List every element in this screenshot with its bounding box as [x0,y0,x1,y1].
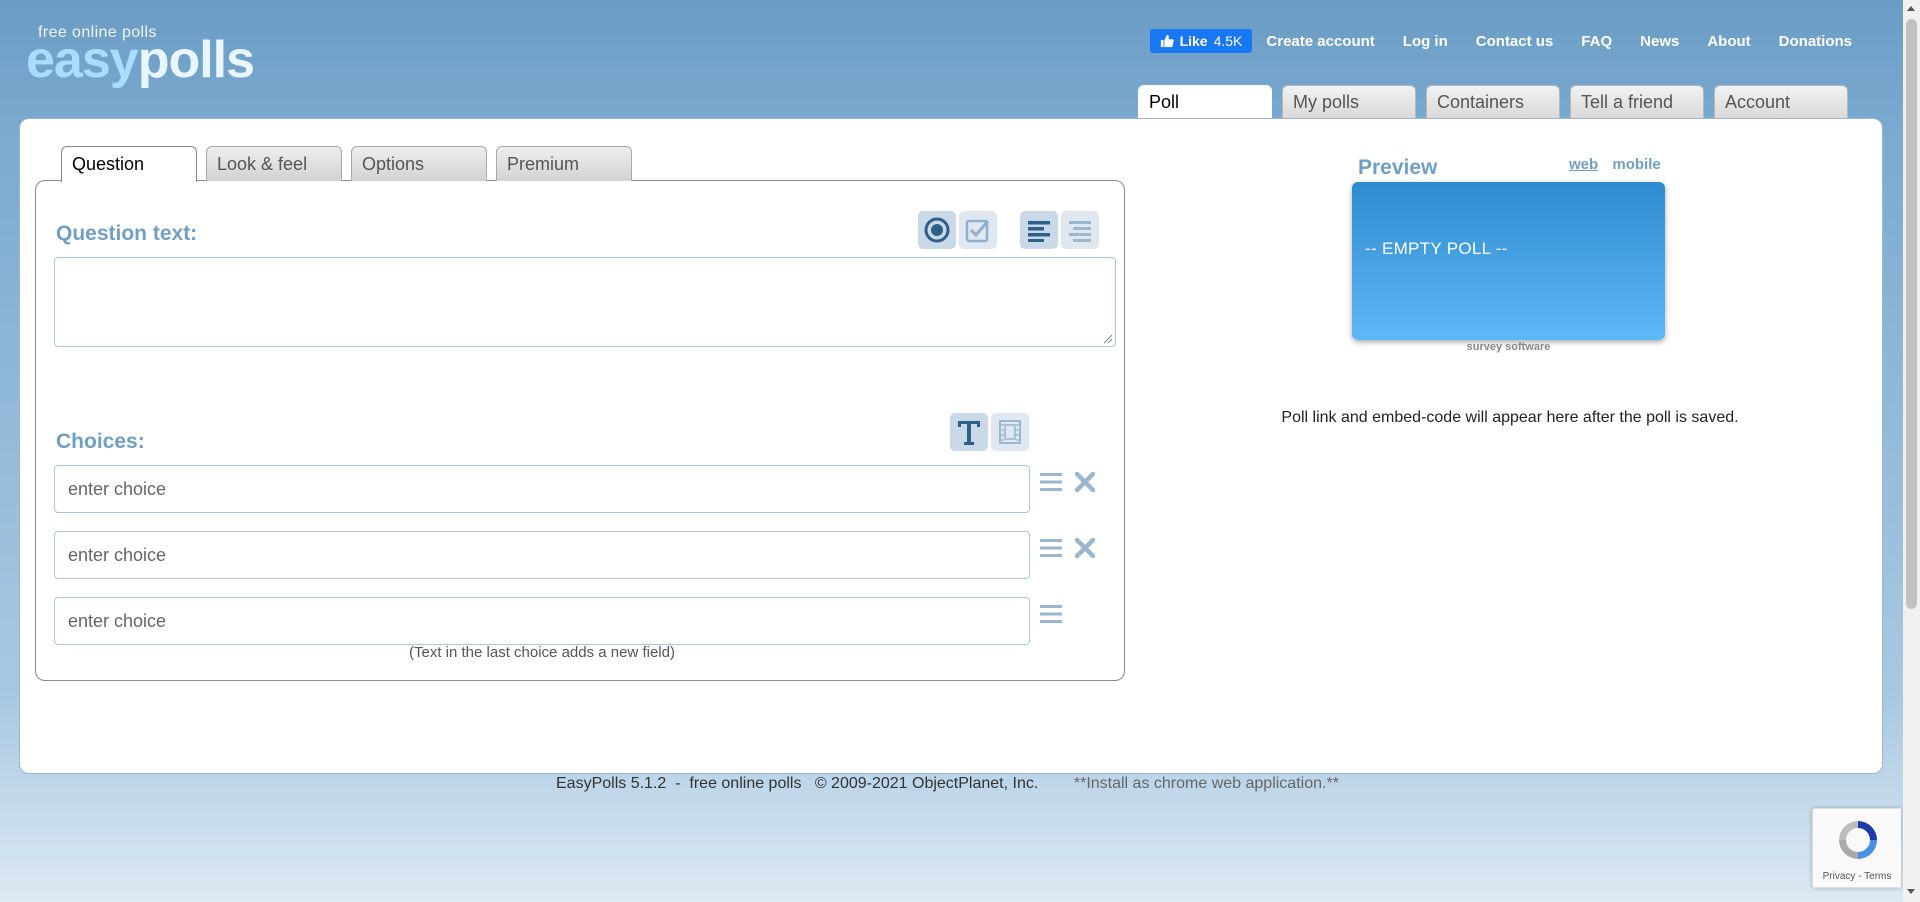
preview-label: Preview [1358,156,1438,179]
logo-word-easy: easy [26,31,139,89]
drag-handle-3[interactable] [1038,601,1064,627]
nav-donations[interactable]: Donations [1779,33,1852,50]
choices-label: Choices: [56,430,145,453]
choice-input-1[interactable] [54,465,1030,513]
question-text-label: Question text: [56,222,198,245]
single-choice-button[interactable] [918,211,956,249]
tab-premium[interactable]: Premium [496,146,632,181]
delete-choice-2[interactable] [1072,535,1098,561]
tab-my-polls[interactable]: My polls [1282,85,1416,119]
recaptcha-icon [1839,821,1877,859]
embed-code-message: Poll link and embed-code will appear her… [1281,409,1739,426]
survey-software-credit[interactable]: survey software [1352,341,1665,353]
recaptcha-terms-link[interactable]: Terms [1864,871,1891,882]
tab-options[interactable]: Options [351,146,487,181]
recaptcha-links: Privacy - Terms [1822,871,1892,882]
resize-grip-icon[interactable] [1103,334,1113,344]
tab-containers[interactable]: Containers [1426,85,1560,119]
footer-version: EasyPolls 5.1.2 [556,775,667,792]
logo-word-polls: polls [137,31,255,89]
nav-create-account[interactable]: Create account [1266,33,1374,50]
drag-handle-icon [1040,539,1062,557]
poll-preview: -- EMPTY POLL -- [1352,182,1665,340]
choices-hint: (Text in the last choice adds a new fiel… [409,644,675,661]
preview-mode-links: web mobile [1569,156,1671,173]
multiple-choice-icon [965,219,990,243]
media-choice-button[interactable] [991,413,1029,451]
question-text-input[interactable] [54,257,1116,347]
vertical-layout-icon [1028,221,1050,242]
tab-account[interactable]: Account [1714,85,1848,119]
tab-poll[interactable]: Poll [1138,85,1272,120]
facebook-like-button[interactable]: Like 4.5K [1149,29,1253,53]
nav-log-in[interactable]: Log in [1403,33,1448,50]
choice-input-3[interactable] [54,597,1030,645]
drag-handle-icon [1040,473,1062,491]
footer: EasyPolls 5.1.2 - free online polls © 20… [556,775,1339,792]
horizontal-layout-button[interactable] [1061,211,1099,249]
editor-tabs: Question Look & feel Options Premium [61,146,632,182]
preview-mobile-link[interactable]: mobile [1612,156,1660,173]
vertical-layout-button[interactable] [1020,211,1058,249]
single-choice-icon [924,217,950,243]
choice-input-2[interactable] [54,531,1030,579]
footer-install-link[interactable]: **Install as chrome web application.** [1074,775,1339,792]
tab-question[interactable]: Question [61,146,197,182]
nav-faq[interactable]: FAQ [1581,33,1612,50]
drag-handle-2[interactable] [1038,535,1064,561]
multiple-choice-button[interactable] [959,211,997,249]
nav-news[interactable]: News [1640,33,1679,50]
footer-copyright: © 2009-2021 ObjectPlanet, Inc. [814,775,1039,792]
scroll-thumb[interactable] [1906,19,1917,609]
like-label: Like [1179,33,1208,49]
tab-look-and-feel[interactable]: Look & feel [206,146,342,181]
nav-about[interactable]: About [1707,33,1750,50]
recaptcha-privacy-link[interactable]: Privacy [1823,871,1856,882]
text-type-icon [958,421,980,445]
delete-icon [1074,537,1096,559]
top-navigation: Like 4.5K Create account Log in Contact … [1149,26,1852,56]
horizontal-layout-icon [1069,221,1091,242]
recaptcha-badge[interactable]: Privacy - Terms [1812,808,1901,888]
drag-handle-1[interactable] [1038,469,1064,495]
logo-wordmark: easypolls [26,30,255,90]
delete-choice-1[interactable] [1072,469,1098,495]
scroll-down-arrow-icon[interactable] [1907,889,1915,894]
site-logo[interactable]: free online polls easypolls [26,24,256,89]
preview-web-link[interactable]: web [1569,156,1598,173]
drag-handle-icon [1040,605,1062,623]
like-count: 4.5K [1213,33,1243,49]
footer-tagline: free online polls [689,775,802,792]
text-choice-button[interactable] [950,413,988,451]
media-type-icon [999,420,1021,444]
scroll-up-arrow-icon[interactable] [1907,6,1915,11]
page-scrollbar[interactable] [1903,0,1920,902]
tab-tell-a-friend[interactable]: Tell a friend [1570,85,1704,119]
main-tabs: Poll My polls Containers Tell a friend A… [1138,85,1848,120]
delete-icon [1074,471,1096,493]
empty-poll-text: -- EMPTY POLL -- [1365,239,1508,258]
thumbs-up-icon [1160,34,1174,48]
nav-contact-us[interactable]: Contact us [1476,33,1554,50]
